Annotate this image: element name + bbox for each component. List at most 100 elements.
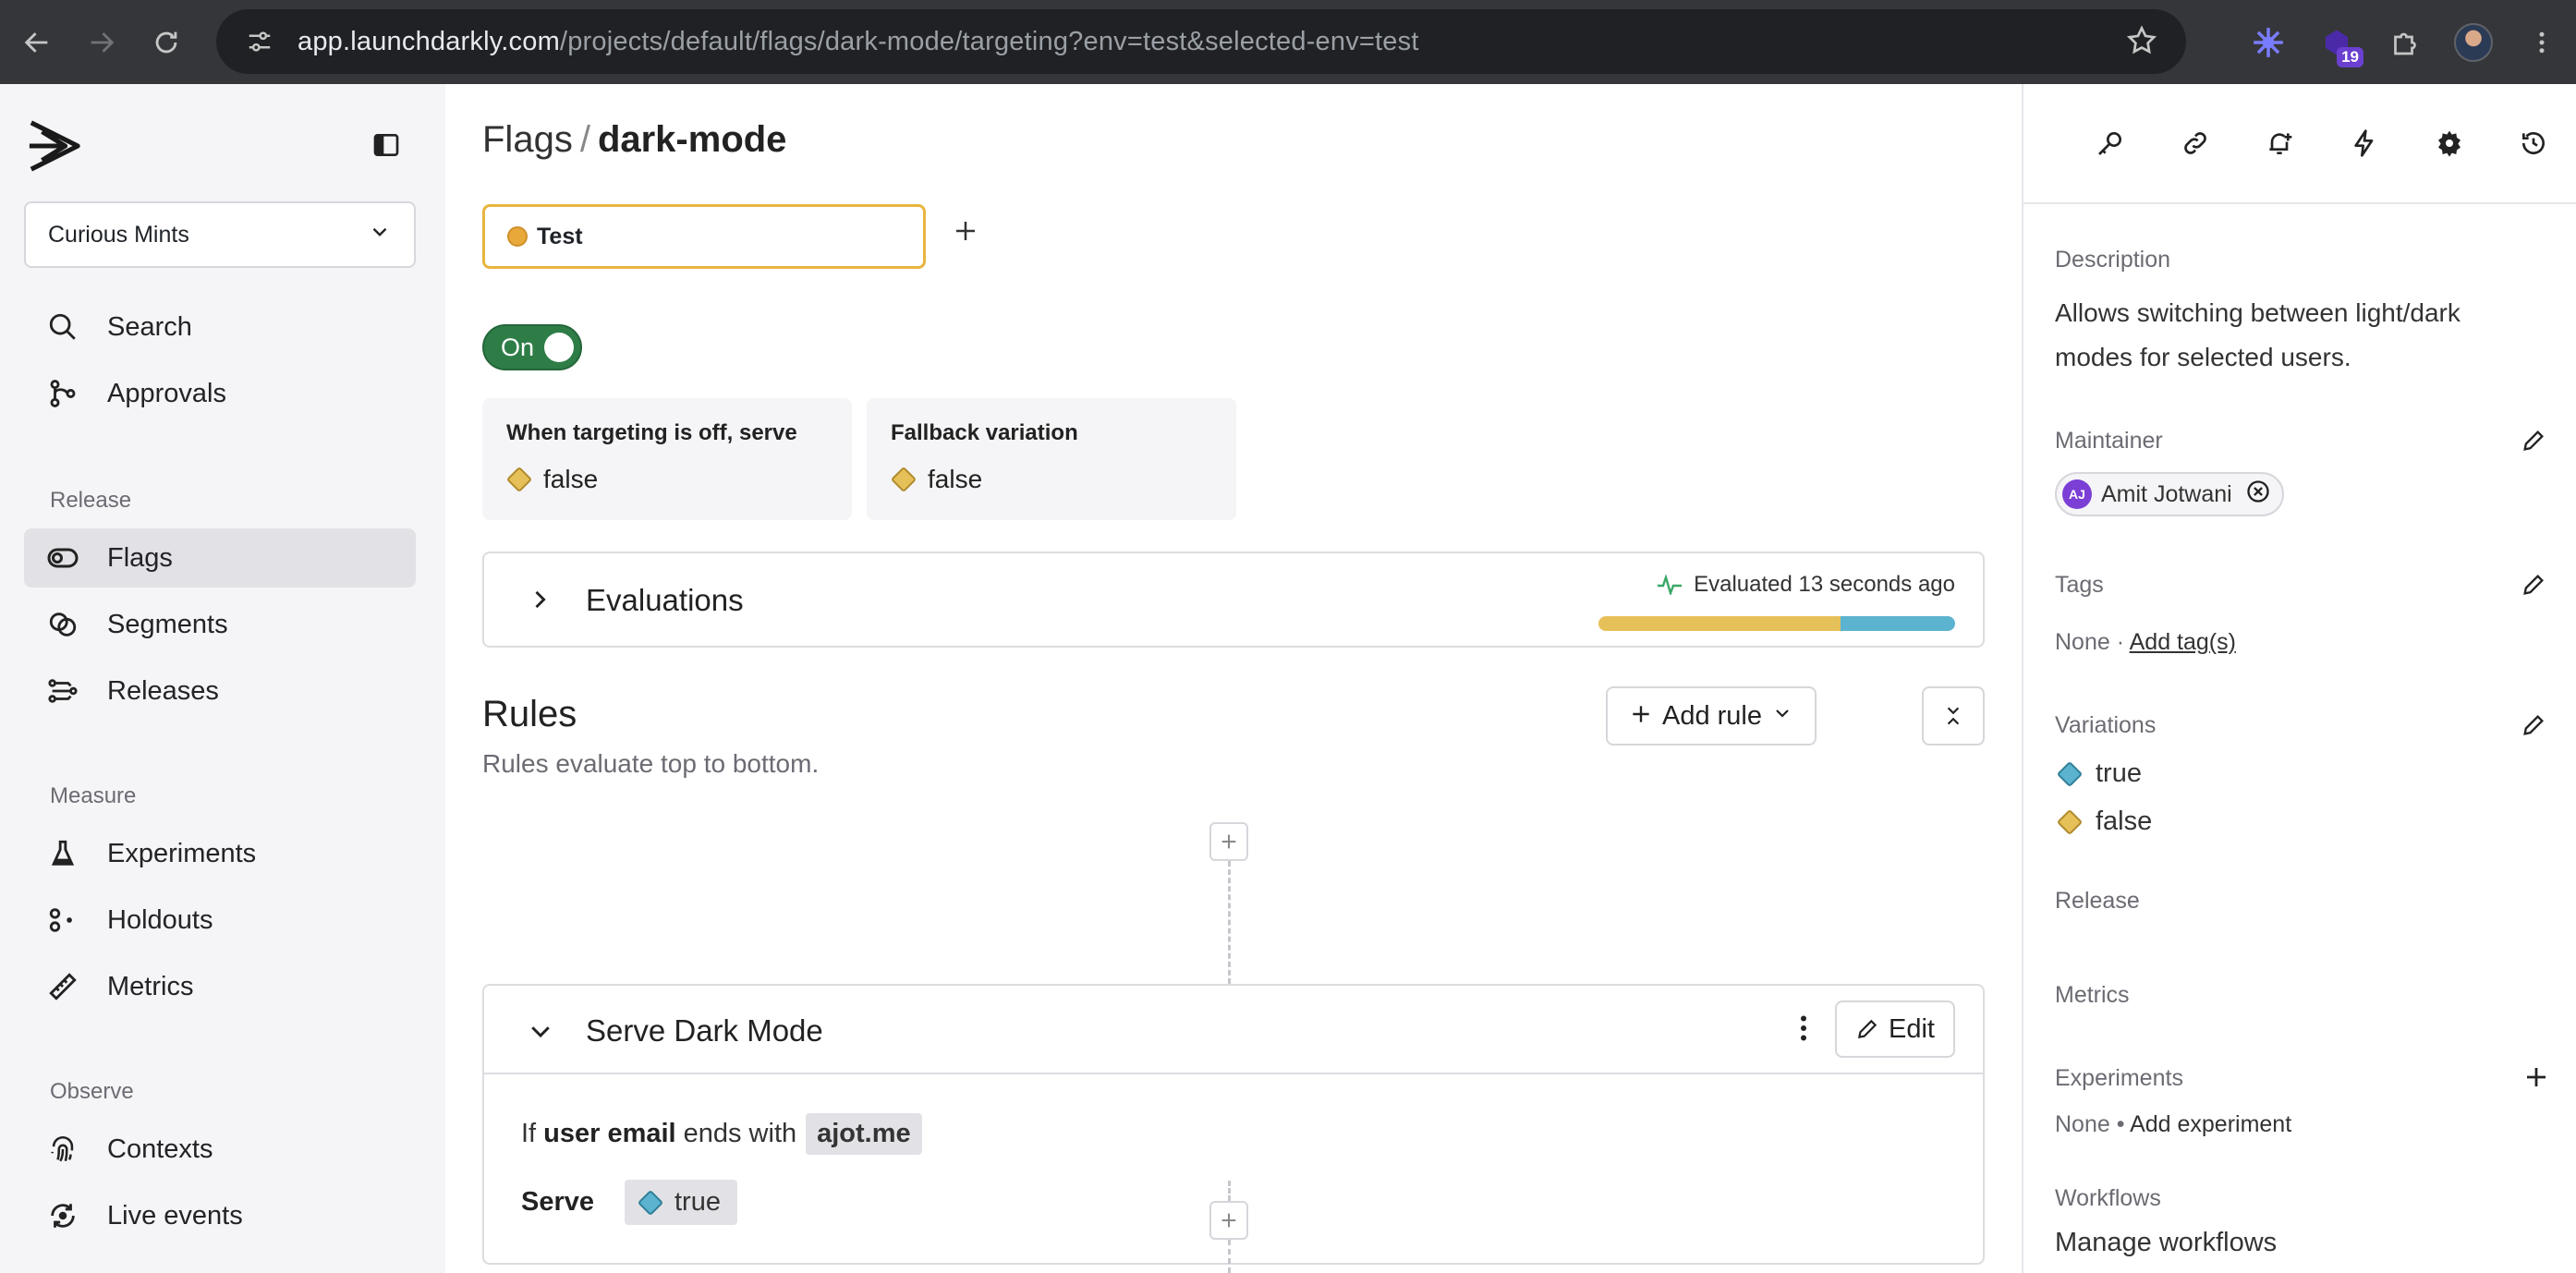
nav-metrics[interactable]: Metrics: [24, 957, 416, 1016]
link-icon[interactable]: [2153, 115, 2238, 171]
bell-plus-icon[interactable]: [2237, 115, 2322, 171]
reload-icon[interactable]: [139, 15, 194, 70]
key-icon[interactable]: [2068, 115, 2153, 171]
more-options-icon[interactable]: [1787, 1012, 1820, 1049]
rule-clause: If user email ends with ajot.me: [521, 1113, 922, 1155]
edit-maintainer-pencil-icon[interactable]: [2521, 428, 2546, 458]
plus-icon: [1629, 699, 1653, 733]
add-experiment-link[interactable]: Add experiment: [2130, 1111, 2291, 1137]
nav-live-events[interactable]: Live events: [24, 1186, 416, 1245]
rule-connector-line: [1228, 1181, 1231, 1201]
extension-badge-count: 19: [2337, 46, 2363, 67]
evaluations-panel[interactable]: Evaluations Evaluated 13 seconds ago: [482, 552, 1985, 648]
nav-contexts[interactable]: Contexts: [24, 1120, 416, 1179]
variations-label: Variations: [2055, 712, 2157, 738]
gear-icon[interactable]: [2407, 115, 2492, 171]
fallback-variation-value: false: [890, 465, 1212, 494]
lightning-icon[interactable]: [2322, 115, 2407, 171]
project-name: Curious Mints: [48, 221, 189, 248]
add-rule-button[interactable]: Add rule: [1606, 686, 1817, 746]
fallback-variation-card: Fallback variation false: [867, 398, 1236, 520]
fallback-variation-label: Fallback variation: [891, 420, 1078, 445]
toggle-label: On: [501, 333, 535, 361]
edit-label: Edit: [1889, 1013, 1935, 1044]
holdouts-icon: [46, 903, 79, 937]
extension-badge-icon[interactable]: 19: [2303, 8, 2371, 77]
variation-value-text: false: [543, 465, 599, 493]
history-icon[interactable]: [2491, 115, 2576, 171]
rules-heading: Rules: [482, 694, 577, 734]
extension-burst-icon[interactable]: [2234, 8, 2303, 77]
back-icon[interactable]: [9, 15, 65, 70]
tags-none: None: [2055, 629, 2110, 655]
launchdarkly-logo-icon[interactable]: [26, 117, 83, 179]
variation-true-diamond-icon: [2056, 760, 2084, 787]
insert-rule-button[interactable]: [1209, 1201, 1248, 1240]
toggle-knob: [544, 333, 574, 362]
address-bar[interactable]: app.launchdarkly.com/projects/default/fl…: [216, 9, 2186, 74]
extensions-area: 19: [2234, 0, 2576, 84]
live-events-icon: [46, 1199, 79, 1232]
section-label-measure: Measure: [50, 783, 137, 808]
chevron-right-icon[interactable]: [527, 587, 553, 617]
environment-name: Test: [537, 223, 583, 249]
environment-tab-test[interactable]: Test: [482, 204, 926, 269]
edit-tags-pencil-icon[interactable]: [2521, 572, 2546, 602]
remove-maintainer-icon[interactable]: [2245, 479, 2271, 511]
nav-holdouts[interactable]: Holdouts: [24, 891, 416, 950]
edit-rule-button[interactable]: Edit: [1835, 1000, 1955, 1058]
variation-true: true: [2056, 758, 2142, 789]
sidebar-collapse-icon[interactable]: [371, 130, 401, 164]
rules-subtitle: Rules evaluate top to bottom.: [482, 749, 820, 778]
section-label-release: Release: [50, 488, 132, 513]
nav-segments[interactable]: Segments: [24, 595, 416, 654]
experiments-separator: •: [2116, 1111, 2125, 1137]
workflows-label: Workflows: [2055, 1185, 2161, 1211]
project-selector[interactable]: Curious Mints: [24, 201, 416, 268]
add-environment-icon[interactable]: [952, 217, 979, 249]
rule-connector-line: [1228, 861, 1231, 984]
collapse-all-button[interactable]: [1922, 686, 1985, 746]
main-content: Flags / dark-mode Test On When targeting i…: [445, 84, 2022, 1273]
experiments-label: Experiments: [2055, 1065, 2183, 1091]
targeting-toggle[interactable]: On: [482, 324, 582, 370]
nav-approvals[interactable]: Approvals: [24, 364, 416, 423]
breadcrumb-flags-link[interactable]: Flags: [482, 119, 573, 160]
add-experiment-plus-icon[interactable]: [2522, 1063, 2550, 1096]
tags-label: Tags: [2055, 572, 2104, 598]
browser-menu-icon[interactable]: [2508, 8, 2576, 77]
nav-experiments[interactable]: Experiments: [24, 824, 416, 883]
nav-search[interactable]: Search: [24, 297, 416, 357]
approvals-icon: [46, 377, 79, 410]
nav-releases[interactable]: Releases: [24, 661, 416, 721]
edit-variations-pencil-icon[interactable]: [2521, 712, 2546, 743]
insert-rule-button[interactable]: [1209, 822, 1248, 861]
forward-icon[interactable]: [74, 15, 129, 70]
serve-variation-chip: true: [625, 1180, 737, 1225]
rule-header[interactable]: Serve Dark Mode Edit: [484, 986, 1983, 1074]
nav-label: Search: [107, 311, 192, 342]
nav-label: Releases: [107, 675, 219, 706]
variation-false: false: [2056, 806, 2152, 837]
chevron-down-icon: [368, 220, 392, 250]
evaluations-bar: [1598, 616, 1955, 631]
evaluations-title: Evaluations: [586, 583, 744, 617]
nav-label: Live events: [107, 1200, 243, 1231]
experiments-value: None • Add experiment: [2055, 1111, 2291, 1138]
evaluations-status: Evaluated 13 seconds ago: [1657, 572, 1955, 598]
manage-workflows-link[interactable]: Manage workflows: [2055, 1220, 2535, 1265]
nav-flags[interactable]: Flags: [24, 528, 416, 588]
rule-name: Serve Dark Mode: [586, 1013, 823, 1048]
add-tags-link[interactable]: Add tag(s): [2130, 629, 2236, 655]
chevron-down-icon[interactable]: [527, 1017, 554, 1049]
extensions-puzzle-icon[interactable]: [2371, 8, 2439, 77]
site-settings-icon[interactable]: [227, 28, 292, 55]
flask-icon: [46, 837, 79, 870]
off-variation-label: When targeting is off, serve: [506, 420, 797, 445]
avatar: AJ: [2062, 479, 2092, 509]
description-text: Allows switching between light/dark mode…: [2055, 298, 2461, 371]
add-rule-label: Add rule: [1661, 700, 1762, 731]
profile-avatar[interactable]: [2439, 8, 2508, 77]
bookmark-star-icon[interactable]: [2125, 24, 2158, 62]
flag-toggle-icon: [46, 541, 79, 575]
